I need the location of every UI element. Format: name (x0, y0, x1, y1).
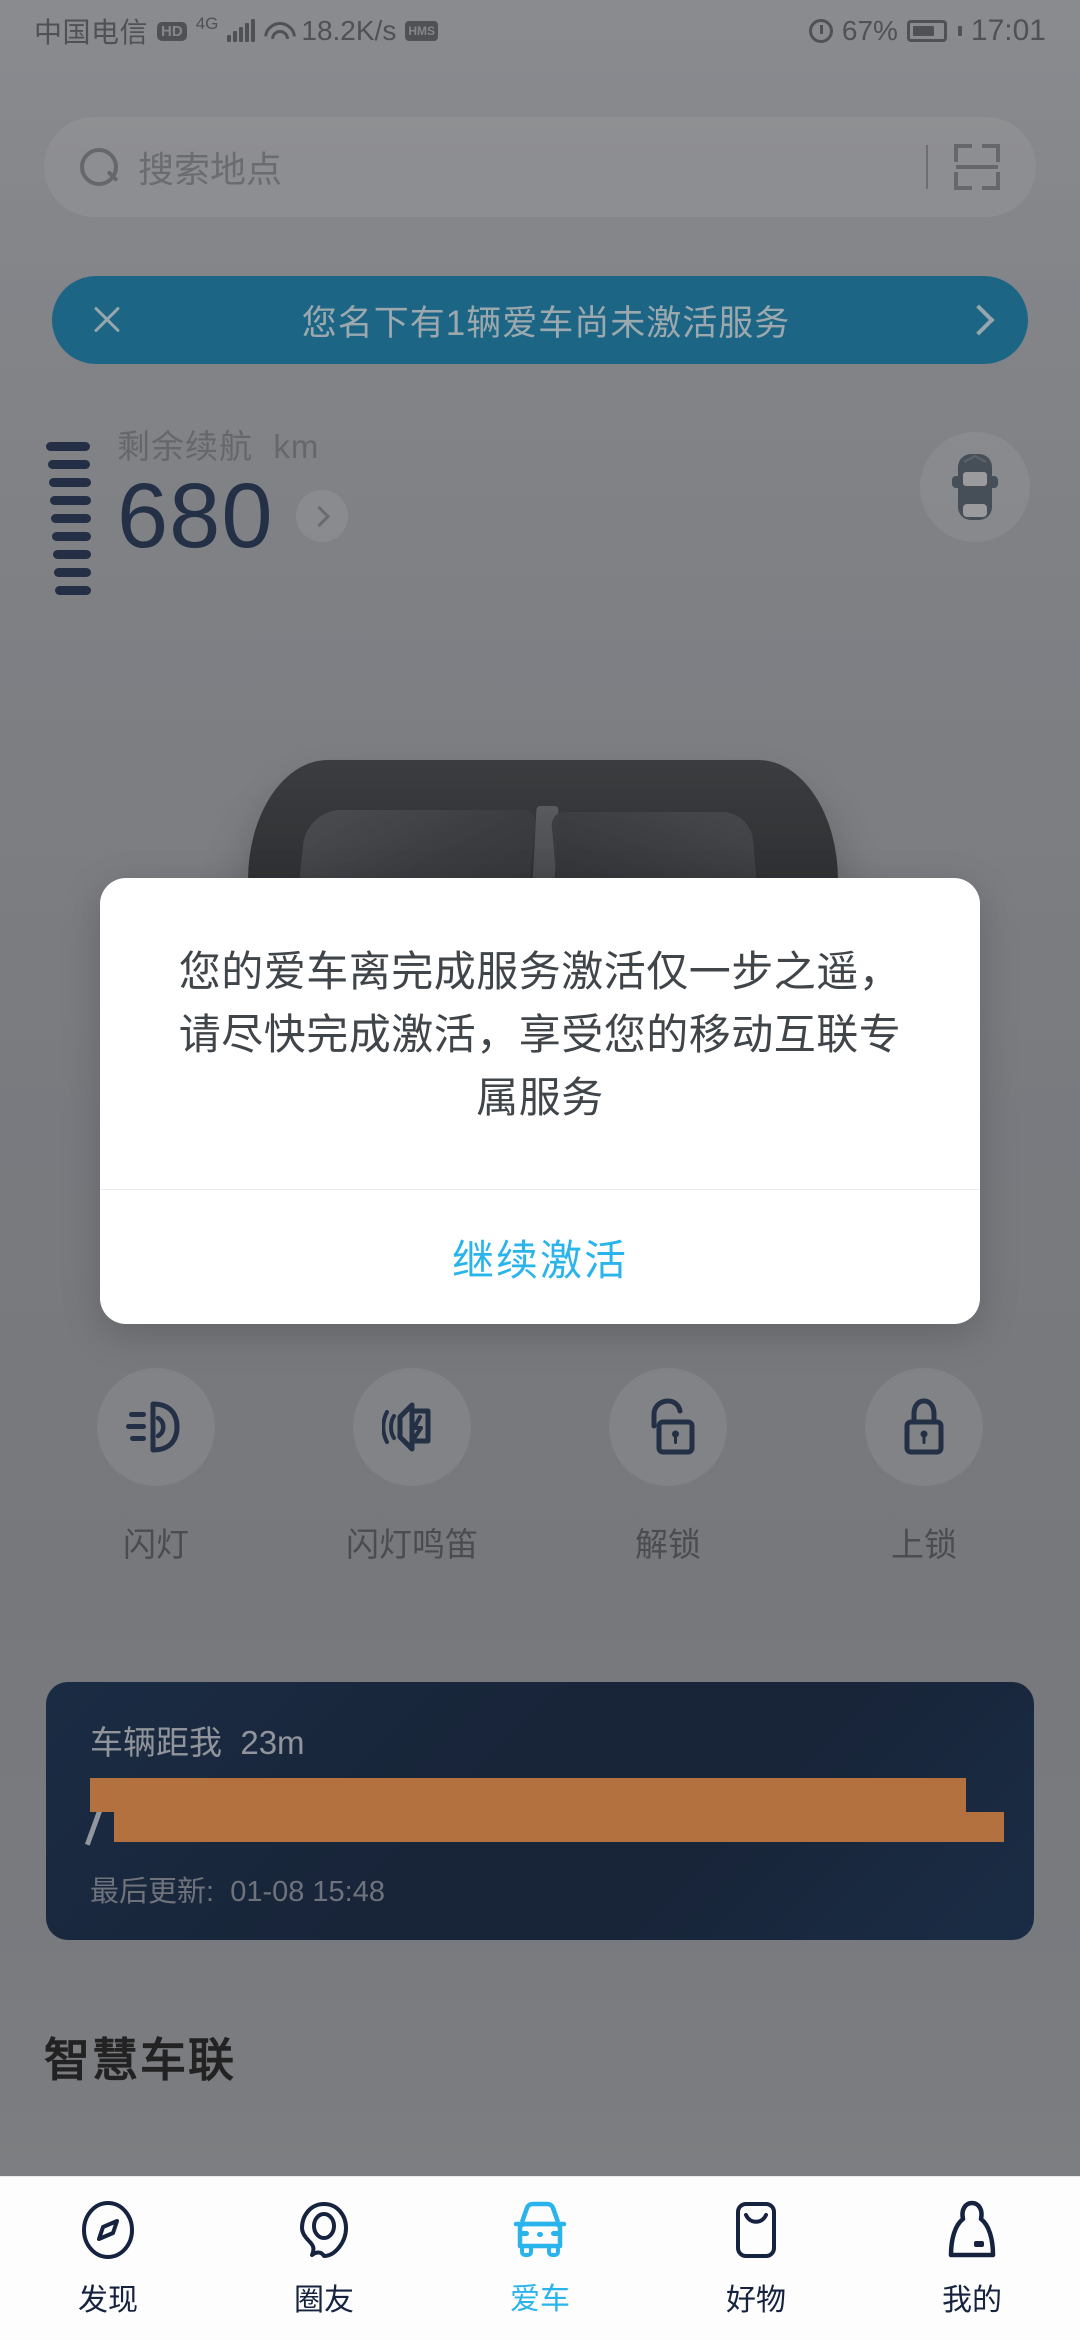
nav-item-goods[interactable]: 好物 (666, 2199, 846, 2319)
bottom-navigation: 发现 圈友 爱车 好物 我的 (0, 2176, 1080, 2340)
community-bubble-icon (300, 2201, 348, 2258)
profile-person-icon (948, 2200, 996, 2257)
nav-item-community[interactable]: 圈友 (234, 2199, 414, 2319)
dialog-message: 您的爱车离完成服务激活仅一步之遥，请尽快完成激活，享受您的移动互联专属服务 (178, 948, 902, 1121)
car-front-icon (513, 2201, 567, 2257)
nav-label: 好物 (726, 2283, 786, 2317)
compass-icon (82, 2200, 134, 2259)
shopping-bag-icon (736, 2201, 776, 2258)
dialog-body: 您的爱车离完成服务激活仅一步之遥，请尽快完成激活，享受您的移动互联专属服务 (100, 878, 980, 1189)
nav-label: 我的 (942, 2283, 1002, 2317)
continue-activation-button[interactable]: 继续激活 (100, 1190, 980, 1324)
nav-label: 圈友 (294, 2283, 354, 2317)
nav-item-mine[interactable]: 我的 (882, 2199, 1062, 2319)
nav-label: 发现 (78, 2283, 138, 2317)
nav-item-discover[interactable]: 发现 (18, 2199, 198, 2319)
nav-item-my-car[interactable]: 爱车 (450, 2200, 630, 2318)
nav-label: 爱车 (510, 2282, 570, 2316)
activation-dialog: 您的爱车离完成服务激活仅一步之遥，请尽快完成激活，享受您的移动互联专属服务 继续… (100, 878, 980, 1324)
